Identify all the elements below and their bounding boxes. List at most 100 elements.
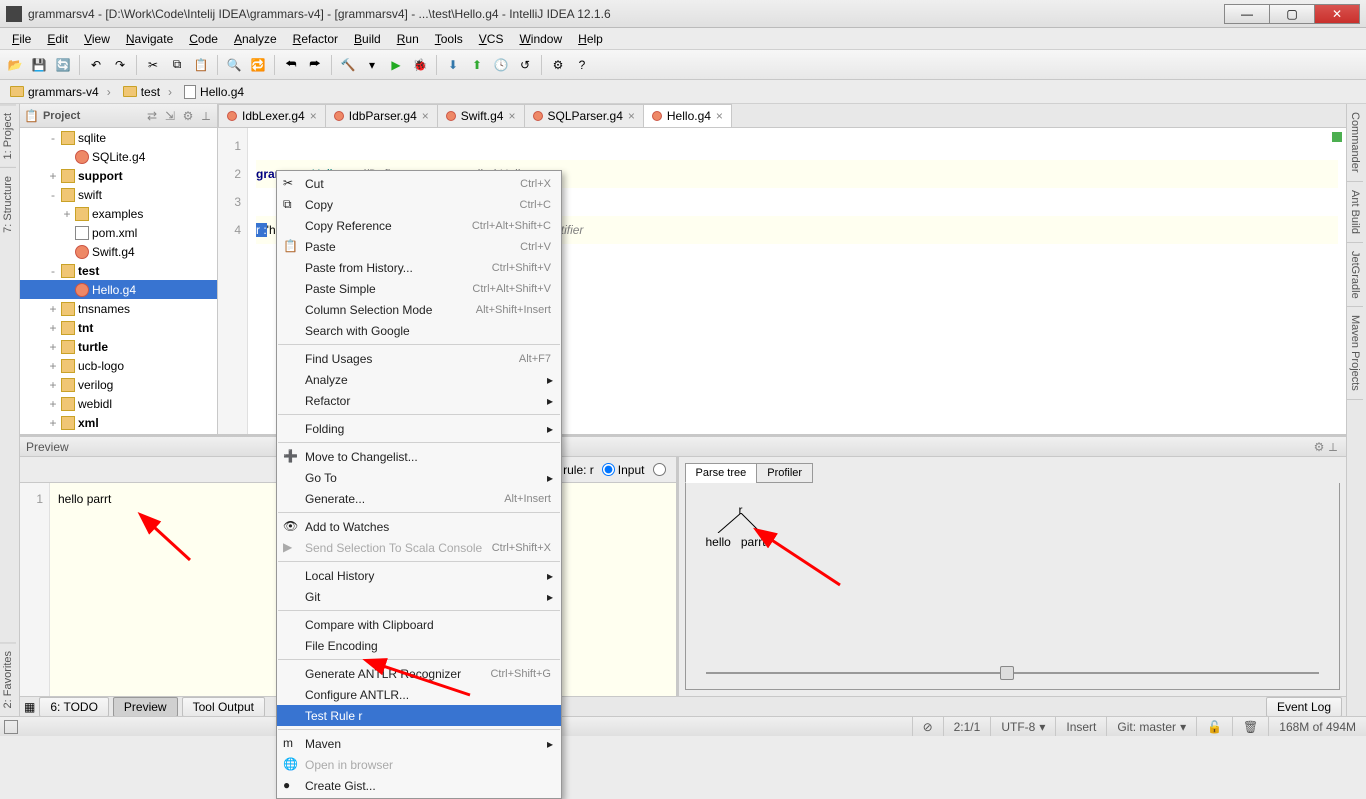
cut-icon[interactable]: ✂: [142, 54, 164, 76]
crumb-test[interactable]: test: [119, 84, 176, 100]
menu-item-search-with-google[interactable]: Search with Google: [277, 320, 561, 341]
tab-favorites[interactable]: 2: Favorites: [0, 642, 16, 716]
gear-icon[interactable]: ⚙: [181, 109, 195, 123]
editor-context-menu[interactable]: ✂CutCtrl+X⧉CopyCtrl+CCopy ReferenceCtrl+…: [276, 170, 562, 799]
zoom-slider[interactable]: [696, 665, 1330, 681]
project-view-combo[interactable]: 📋: [24, 109, 39, 123]
status-trash-icon[interactable]: 🗑: [1232, 717, 1268, 736]
status-git[interactable]: Git: master ▾: [1106, 717, 1196, 736]
menu-item-maven[interactable]: mMaven▸: [277, 733, 561, 754]
tree-node-tnsnames[interactable]: +tnsnames: [20, 299, 217, 318]
status-lock-icon[interactable]: 🔓: [1196, 717, 1232, 736]
minimize-button[interactable]: —: [1224, 4, 1270, 24]
menu-refactor[interactable]: Refactor: [285, 30, 346, 48]
tree-node-sqlite[interactable]: -sqlite: [20, 128, 217, 147]
menu-run[interactable]: Run: [389, 30, 427, 48]
menu-analyze[interactable]: Analyze: [226, 30, 285, 48]
paste-icon[interactable]: 📋: [190, 54, 212, 76]
file-radio[interactable]: [653, 463, 666, 476]
crumb-hello.g4[interactable]: Hello.g4: [180, 84, 248, 100]
vcs-history-icon[interactable]: 🕓: [490, 54, 512, 76]
tab-event-log[interactable]: Event Log: [1266, 697, 1342, 717]
close-tab-icon[interactable]: ×: [508, 109, 515, 123]
status-encoding[interactable]: UTF-8 ▾: [990, 717, 1055, 736]
project-tree[interactable]: -sqliteSQLite.g4+support-swift+examplesp…: [20, 128, 217, 434]
tree-node-tnt[interactable]: +tnt: [20, 318, 217, 337]
menu-item-git[interactable]: Git▸: [277, 586, 561, 607]
menu-navigate[interactable]: Navigate: [118, 30, 181, 48]
editor-tab-swift-g4[interactable]: Swift.g4×: [437, 104, 525, 127]
tab-commander[interactable]: Commander: [1347, 104, 1363, 182]
crumb-grammars-v4[interactable]: grammars-v4: [6, 84, 115, 100]
tree-node-turtle[interactable]: +turtle: [20, 337, 217, 356]
menu-build[interactable]: Build: [346, 30, 389, 48]
tree-node-swift[interactable]: -swift: [20, 185, 217, 204]
tab-tool-output[interactable]: Tool Output: [182, 697, 265, 717]
hide-icon[interactable]: ⟂: [199, 109, 213, 123]
menu-item-configure-antlr-[interactable]: Configure ANTLR...: [277, 684, 561, 705]
autoscroll-icon[interactable]: ⇄: [145, 109, 159, 123]
vcs-update-icon[interactable]: ⬇: [442, 54, 464, 76]
save-icon[interactable]: 💾: [28, 54, 50, 76]
close-tab-icon[interactable]: ×: [422, 109, 429, 123]
status-notification-icon[interactable]: ⊘: [912, 717, 943, 736]
tree-node-examples[interactable]: +examples: [20, 204, 217, 223]
menu-item-folding[interactable]: Folding▸: [277, 418, 561, 439]
hide-icon[interactable]: ⟂: [1326, 440, 1340, 454]
tab-maven-projects[interactable]: Maven Projects: [1347, 307, 1363, 400]
menu-item-add-to-watches[interactable]: 👁Add to Watches: [277, 516, 561, 537]
copy-icon[interactable]: ⧉: [166, 54, 188, 76]
status-memory[interactable]: 168M of 494M: [1268, 717, 1366, 736]
tab-structure[interactable]: 7: Structure: [0, 167, 16, 241]
menu-item-create-gist-[interactable]: ●Create Gist...: [277, 775, 561, 796]
help-icon[interactable]: ?: [571, 54, 593, 76]
tree-node-hello-g4[interactable]: Hello.g4: [20, 280, 217, 299]
menu-help[interactable]: Help: [570, 30, 611, 48]
tree-node-pom-xml[interactable]: pom.xml: [20, 223, 217, 242]
menu-item-column-selection-mode[interactable]: Column Selection ModeAlt+Shift+Insert: [277, 299, 561, 320]
menu-item-go-to[interactable]: Go To▸: [277, 467, 561, 488]
menu-window[interactable]: Window: [511, 30, 570, 48]
run-icon[interactable]: ▶: [385, 54, 407, 76]
parse-tree-view[interactable]: r hello parrt: [685, 483, 1341, 690]
tab-preview[interactable]: Preview: [113, 697, 178, 717]
input-radio[interactable]: Input: [602, 463, 645, 477]
status-position[interactable]: 2:1/1: [943, 717, 991, 736]
maximize-button[interactable]: ▢: [1269, 4, 1315, 24]
tab-todo[interactable]: 6: TODO: [39, 697, 109, 717]
tree-node-swift-g4[interactable]: Swift.g4: [20, 242, 217, 261]
build-icon[interactable]: 🔨: [337, 54, 359, 76]
menu-item-cut[interactable]: ✂CutCtrl+X: [277, 173, 561, 194]
menu-item-paste[interactable]: 📋PasteCtrl+V: [277, 236, 561, 257]
vcs-commit-icon[interactable]: ⬆: [466, 54, 488, 76]
gear-icon[interactable]: ⚙: [1312, 440, 1326, 454]
tree-node-test[interactable]: -test: [20, 261, 217, 280]
editor-tab-sqlparser-g4[interactable]: SQLParser.g4×: [524, 104, 644, 127]
menu-tools[interactable]: Tools: [427, 30, 471, 48]
close-button[interactable]: ✕: [1314, 4, 1360, 24]
tab-profiler[interactable]: Profiler: [756, 463, 813, 483]
menu-item-file-encoding[interactable]: File Encoding: [277, 635, 561, 656]
tree-node-support[interactable]: +support: [20, 166, 217, 185]
settings-icon[interactable]: ⚙: [547, 54, 569, 76]
menu-vcs[interactable]: VCS: [471, 30, 512, 48]
tree-node-xml[interactable]: +xml: [20, 413, 217, 432]
menu-item-paste-simple[interactable]: Paste SimpleCtrl+Alt+Shift+V: [277, 278, 561, 299]
sync-icon[interactable]: 🔄: [52, 54, 74, 76]
inspection-indicator[interactable]: [1332, 132, 1342, 142]
tree-node-webidl[interactable]: +webidl: [20, 394, 217, 413]
vcs-revert-icon[interactable]: ↺: [514, 54, 536, 76]
tree-node-ucb-logo[interactable]: +ucb-logo: [20, 356, 217, 375]
toolwindow-toggle[interactable]: [4, 720, 18, 734]
status-insert[interactable]: Insert: [1055, 717, 1106, 736]
menu-item-move-to-changelist-[interactable]: ➕Move to Changelist...: [277, 446, 561, 467]
menu-item-compare-with-clipboard[interactable]: Compare with Clipboard: [277, 614, 561, 635]
editor-tab-hello-g4[interactable]: Hello.g4×: [643, 104, 732, 127]
menu-item-test-rule-r[interactable]: Test Rule r: [277, 705, 561, 726]
editor-tab-idbparser-g4[interactable]: IdbParser.g4×: [325, 104, 438, 127]
menu-code[interactable]: Code: [181, 30, 226, 48]
menu-item-analyze[interactable]: Analyze▸: [277, 369, 561, 390]
redo-icon[interactable]: ↷: [109, 54, 131, 76]
tree-node-verilog[interactable]: +verilog: [20, 375, 217, 394]
find-icon[interactable]: 🔍: [223, 54, 245, 76]
